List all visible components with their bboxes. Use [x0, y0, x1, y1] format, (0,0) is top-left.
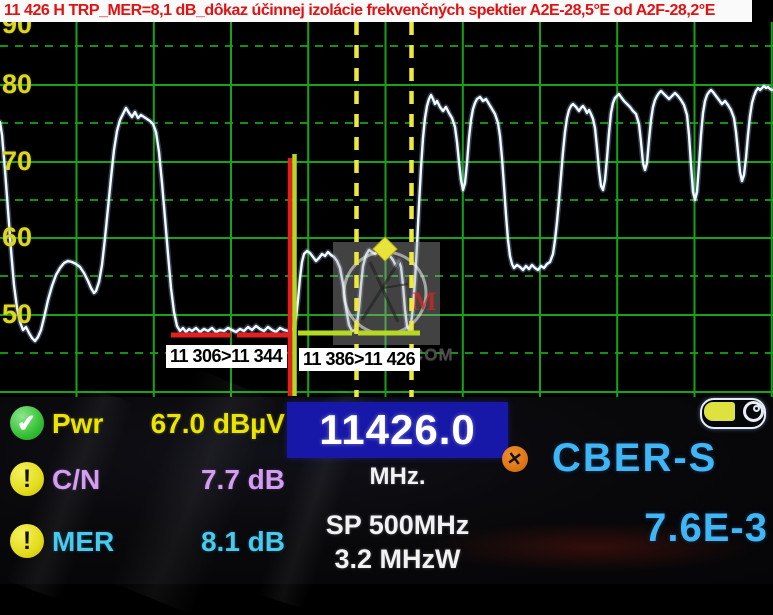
span-value: SP 500MHz	[287, 510, 508, 541]
range-label-right: 11 386>11 426	[299, 348, 420, 371]
exclamation-glyph: !	[23, 527, 31, 556]
spectrum-plot: MDXSATCS.COM	[0, 22, 773, 397]
y-tick-80: 80	[2, 71, 32, 98]
y-tick-70: 70	[2, 148, 32, 175]
cber-label: CBER-S	[552, 436, 717, 481]
mer-warning-icon: !	[10, 524, 44, 558]
status-panel: ✔ Pwr 67.0 dBµV ! C/N 7.7 dB ! MER 8.1 d…	[0, 397, 773, 584]
title-text: 11 426 H TRP_MER=8,1 dB_dôkaz účinnej iz…	[0, 2, 715, 20]
y-tick-60: 60	[2, 224, 32, 251]
battery-fill	[704, 402, 735, 421]
check-glyph: ✔	[16, 409, 38, 438]
cber-fail-icon: ✕	[502, 446, 528, 472]
frequency-input[interactable]: 11426.0	[287, 402, 508, 458]
frequency-value: 11426.0	[319, 406, 476, 454]
range-label-left: 11 306>11 344	[166, 345, 287, 368]
mer-value: 8.1 dB	[95, 526, 285, 558]
y-tick-50: 50	[2, 301, 32, 328]
bandwidth-value: 3.2 MHzW	[287, 544, 508, 575]
pwr-ok-icon: ✔	[10, 406, 44, 440]
watermark-accent: M	[412, 287, 437, 316]
cber-value: 7.6E-3	[560, 506, 768, 551]
pwr-value: 67.0 dBµV	[95, 408, 285, 440]
battery-cap-dot	[753, 405, 760, 412]
x-glyph: ✕	[506, 448, 524, 471]
y-tick-90: 90	[2, 22, 32, 38]
frequency-unit: MHz.	[287, 463, 508, 491]
title-bar: 11 426 H TRP_MER=8,1 dB_dôkaz účinnej iz…	[0, 0, 752, 22]
cn-value: 7.7 dB	[95, 464, 285, 496]
battery-cap	[743, 401, 764, 422]
cn-label: C/N	[52, 464, 100, 496]
cn-warning-icon: !	[10, 462, 44, 496]
spectrum-display: MDXSATCS.COM 90 80 70 60 50 11 306>11 344 11…	[0, 22, 773, 397]
battery-icon	[700, 398, 766, 429]
exclamation-glyph: !	[23, 465, 31, 494]
